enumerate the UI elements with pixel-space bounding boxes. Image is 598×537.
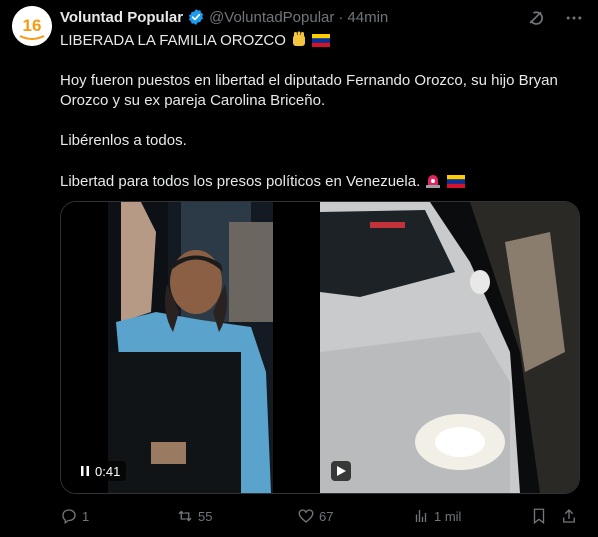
grok-icon[interactable] xyxy=(526,8,546,28)
tweet-paragraph-3: Libertad para todos los presos políticos… xyxy=(60,173,421,190)
tweet-paragraph-2: Libérenlos a todos. xyxy=(60,132,187,149)
reply-icon xyxy=(62,509,76,525)
video-player-2[interactable] xyxy=(320,202,579,493)
video-player-1[interactable] xyxy=(61,202,320,493)
heart-icon xyxy=(298,509,314,523)
bookmark-button[interactable] xyxy=(530,504,548,528)
like-count: 67 xyxy=(319,508,334,524)
bookmark-icon xyxy=(533,508,545,525)
tweet-actions: 1 55 67 1 mil xyxy=(60,504,580,528)
view-count: 1 mil xyxy=(434,508,462,524)
reply-count: 1 xyxy=(82,508,90,524)
timestamp[interactable]: 44min xyxy=(347,9,388,26)
venezuela-flag-icon xyxy=(312,33,331,47)
raised-fist-emoji-icon xyxy=(290,30,308,48)
video-duration: 0:41 xyxy=(95,463,121,479)
avatar[interactable]: 16 xyxy=(12,6,52,46)
repost-icon xyxy=(178,510,192,522)
share-button[interactable] xyxy=(560,504,578,528)
share-icon xyxy=(563,509,575,523)
views-button[interactable]: 1 mil xyxy=(412,504,461,528)
tweet-title: LIBERADA LA FAMILIA OROZCO xyxy=(60,32,286,49)
author-name[interactable]: Voluntad Popular xyxy=(60,9,183,26)
repost-count: 55 xyxy=(198,508,213,524)
tweet-title-line: LIBERADA LA FAMILIA OROZCO xyxy=(60,30,584,51)
analytics-icon xyxy=(415,510,427,522)
tweet-header: Voluntad Popular @VoluntadPopular · 44mi… xyxy=(60,6,388,28)
tweet[interactable]: 16 Voluntad Popular @VoluntadPopular · 4… xyxy=(0,0,598,537)
video-2-frame xyxy=(320,202,579,493)
video-1-controls[interactable]: 0:41 xyxy=(75,461,127,481)
pause-icon[interactable] xyxy=(81,464,89,479)
siren-emoji-icon xyxy=(424,171,442,189)
play-button[interactable] xyxy=(331,461,351,481)
avatar-logo-text: 16 xyxy=(23,16,42,35)
media-grid: 0:41 xyxy=(60,201,580,494)
separator-dot: · xyxy=(338,8,344,26)
reply-button[interactable]: 1 xyxy=(60,504,89,528)
tweet-text: LIBERADA LA FAMILIA OROZCO Hoy fueron pu… xyxy=(60,30,584,192)
author-handle[interactable]: @VoluntadPopular xyxy=(209,9,334,26)
video-1-frame xyxy=(61,202,320,493)
more-options-icon[interactable] xyxy=(564,8,584,28)
tweet-paragraph-1: Hoy fueron puestos en libertad el diputa… xyxy=(60,72,558,109)
verified-badge-icon xyxy=(187,8,205,26)
like-button[interactable]: 67 xyxy=(297,504,333,528)
repost-button[interactable]: 55 xyxy=(176,504,212,528)
tweet-paragraph-3-line: Libertad para todos los presos políticos… xyxy=(60,171,584,192)
venezuela-flag-icon xyxy=(446,174,465,188)
play-icon[interactable] xyxy=(336,464,346,479)
